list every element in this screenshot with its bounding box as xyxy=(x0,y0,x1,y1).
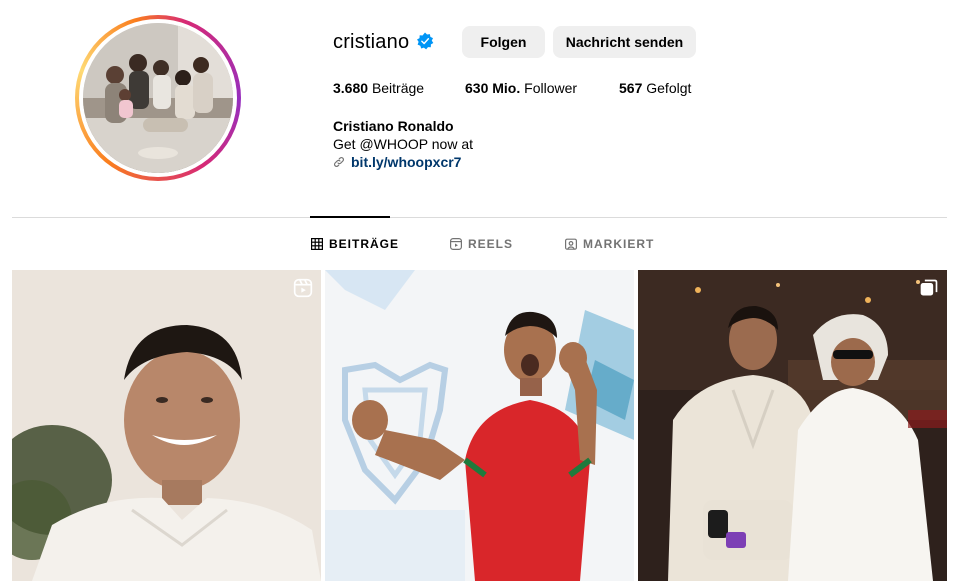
profile-link-text: bit.ly/whoopxcr7 xyxy=(351,154,462,170)
followers-count-value: 630 Mio. xyxy=(465,80,521,96)
active-tab-indicator xyxy=(310,216,390,218)
posts-count-label: Beiträge xyxy=(371,80,425,96)
following-count[interactable]: 567 Gefolgt xyxy=(619,80,691,96)
avatar-photo xyxy=(83,23,233,173)
post-image xyxy=(638,270,947,581)
follow-button[interactable]: Folgen xyxy=(462,26,545,58)
tab-tagged[interactable]: MARKIERT xyxy=(565,237,654,251)
link-icon xyxy=(334,157,344,167)
tab-posts-label: BEITRÄGE xyxy=(329,237,400,251)
avatar-gap xyxy=(79,19,237,177)
grid-icon xyxy=(311,238,323,250)
post-image xyxy=(12,270,321,581)
post-thumbnail[interactable] xyxy=(12,270,321,581)
profile-avatar[interactable] xyxy=(83,23,233,173)
send-message-button[interactable]: Nachricht senden xyxy=(553,26,696,58)
profile-link[interactable]: bit.ly/whoopxcr7 xyxy=(333,154,461,170)
tab-reels[interactable]: REELS xyxy=(450,237,513,251)
tab-posts[interactable]: BEITRÄGE xyxy=(311,237,399,251)
tab-tagged-label: MARKIERT xyxy=(583,237,655,251)
tagged-icon xyxy=(565,238,577,250)
verified-badge-icon xyxy=(417,32,434,50)
tabs-divider xyxy=(12,217,947,218)
following-count-label: Gefolgt xyxy=(646,80,692,96)
tab-reels-label: REELS xyxy=(468,237,514,251)
following-count-value: 567 xyxy=(619,80,643,96)
post-image xyxy=(325,270,634,581)
profile-bio: Get @WHOOP now at xyxy=(333,136,473,152)
carousel-icon xyxy=(920,279,938,296)
followers-count[interactable]: 630 Mio. Follower xyxy=(465,80,577,96)
post-thumbnail[interactable] xyxy=(325,270,634,581)
reels-icon xyxy=(293,278,313,298)
followers-count-label: Follower xyxy=(524,80,578,96)
profile-username: cristiano xyxy=(333,31,410,53)
post-thumbnail[interactable] xyxy=(638,270,947,581)
story-ring[interactable] xyxy=(75,15,241,181)
posts-count: 3.680 Beiträge xyxy=(333,80,424,96)
profile-full-name: Cristiano Ronaldo xyxy=(333,118,454,134)
posts-count-value: 3.680 xyxy=(333,80,369,96)
reels-icon xyxy=(450,238,462,250)
